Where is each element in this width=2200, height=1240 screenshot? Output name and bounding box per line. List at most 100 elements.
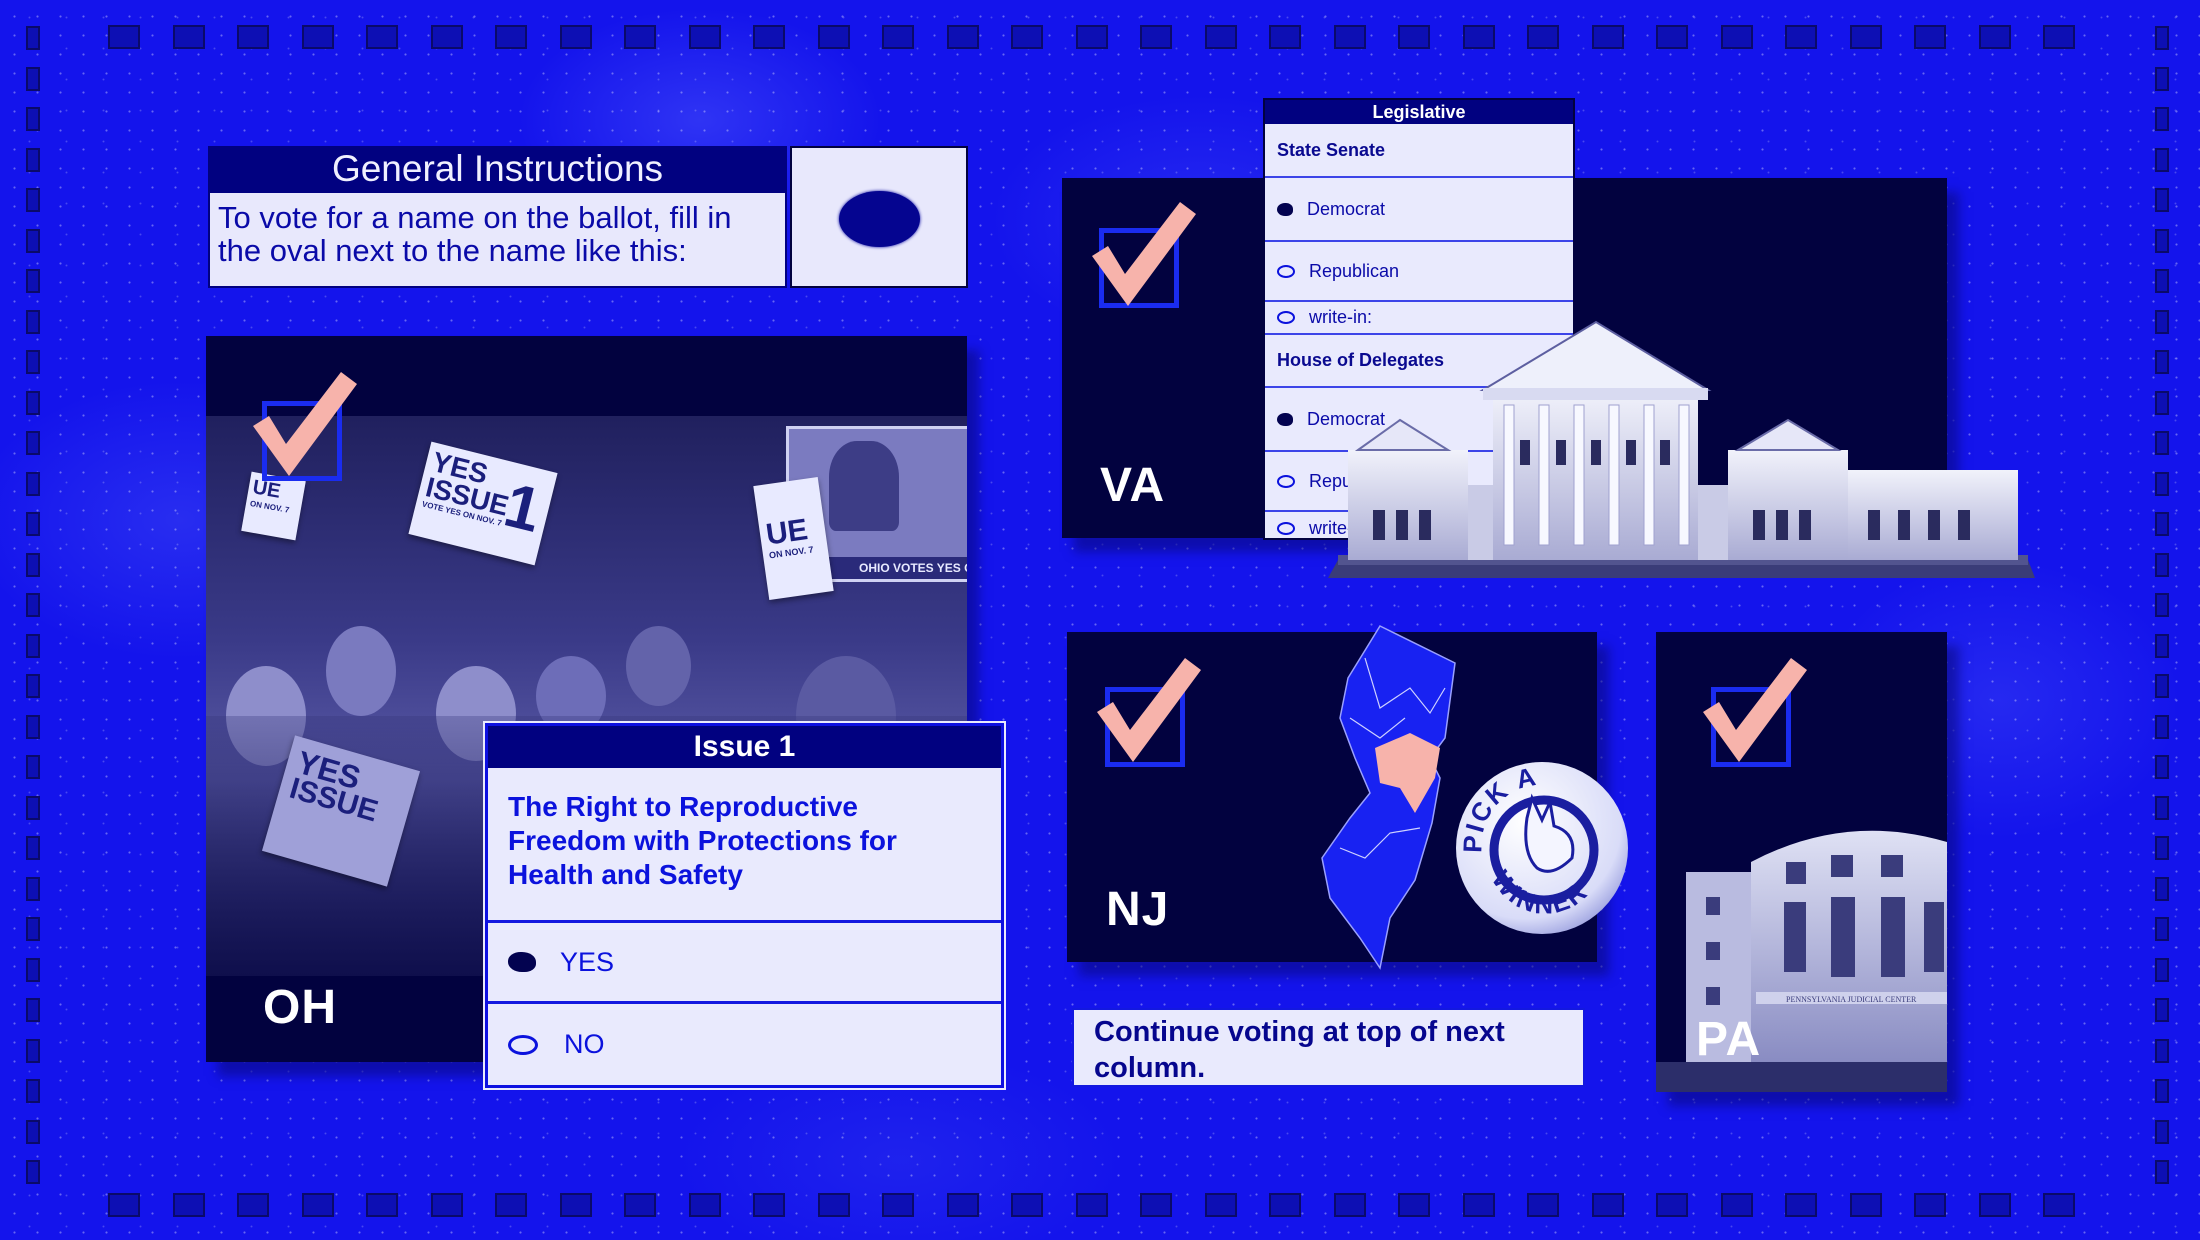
border-dash (26, 188, 40, 212)
option-label: NO (564, 1029, 605, 1059)
border-dash (2155, 472, 2169, 496)
border-dash (302, 1193, 334, 1217)
border-dash (302, 25, 334, 49)
border-dash (1527, 1193, 1559, 1217)
border-dash (2155, 229, 2169, 253)
border-dash (108, 25, 140, 49)
pennsylvania-checkmark-icon (1703, 658, 1807, 762)
empty-oval-icon (1277, 474, 1295, 488)
border-dash (26, 472, 40, 496)
border-dash (26, 593, 40, 617)
virginia-label: VA (1100, 459, 1166, 512)
border-dash (2155, 674, 2169, 698)
ohio-checkmark-icon (253, 372, 357, 476)
empty-oval-icon (1277, 522, 1295, 535)
border-dash (26, 431, 40, 455)
border-dash (1979, 25, 2011, 49)
border-dash (26, 634, 40, 658)
new-jersey-checkmark-icon (1097, 658, 1201, 762)
border-dash (2155, 796, 2169, 820)
border-dash (2155, 755, 2169, 779)
border-dash (26, 1120, 40, 1144)
border-dash (26, 796, 40, 820)
empty-oval-icon (1277, 311, 1295, 324)
state-senate-option-democrat[interactable]: Democrat (1265, 178, 1573, 242)
border-dash (689, 25, 721, 49)
border-dash (2155, 431, 2169, 455)
border-dash (26, 917, 40, 941)
border-dash (1334, 25, 1366, 49)
border-dash (2155, 269, 2169, 293)
border-dash (2155, 998, 2169, 1022)
border-dash (26, 107, 40, 131)
border-dash (947, 25, 979, 49)
issue-1-option-no[interactable]: NO (488, 1004, 1001, 1085)
border-dash (2155, 836, 2169, 860)
border-dash (366, 25, 398, 49)
border-dash (1140, 1193, 1172, 1217)
pennsylvania-panel: PENNSYLVANIA JUDICIAL CENTER PA (1656, 632, 1947, 1092)
border-dash (173, 25, 205, 49)
border-dash (1656, 1193, 1688, 1217)
empty-oval-icon (508, 1034, 538, 1055)
border-dash (2043, 25, 2075, 49)
legislative-header: Legislative (1265, 100, 1573, 124)
pick-a-winner-button: PICK A WINNER (1456, 761, 1628, 934)
border-dash (1140, 25, 1172, 49)
new-jersey-label: NJ (1106, 883, 1170, 936)
state-senate-option-republican[interactable]: Republican (1265, 242, 1573, 302)
border-dash (1785, 25, 1817, 49)
border-dash (26, 229, 40, 253)
border-dash (2155, 148, 2169, 172)
filled-oval-icon (839, 191, 920, 247)
border-dash (753, 1193, 785, 1217)
border-dash (1463, 1193, 1495, 1217)
border-dash (1269, 1193, 1301, 1217)
border-dash (26, 269, 40, 293)
border-dash (1914, 1193, 1946, 1217)
border-dash (26, 674, 40, 698)
border-dash (26, 836, 40, 860)
border-dash (1721, 25, 1753, 49)
border-dash (495, 25, 527, 49)
border-dash (26, 26, 40, 50)
border-dash (26, 310, 40, 334)
issue-1-sign-left: UE ON NOV. 7 (241, 471, 306, 541)
border-dash (2155, 310, 2169, 334)
border-dash (26, 715, 40, 739)
border-dash (2155, 391, 2169, 415)
border-dash (108, 1193, 140, 1217)
issue-1-option-yes[interactable]: YES (488, 923, 1001, 1004)
issue-1-ballot-card: Issue 1 The Right to Reproductive Freedo… (485, 723, 1004, 1088)
border-dash (1592, 25, 1624, 49)
instructions-header: General Instructions (208, 146, 787, 191)
continue-voting-note: Continue voting at top of next column. (1072, 1008, 1585, 1087)
border-dash (1721, 1193, 1753, 1217)
border-dash (1334, 1193, 1366, 1217)
border-dash (26, 755, 40, 779)
border-dash (1398, 25, 1430, 49)
border-dash (560, 1193, 592, 1217)
filled-oval-icon (508, 952, 536, 972)
yes-issue-1-sign: YES ISSUE VOTE YES ON NOV. 7 1 (408, 441, 558, 566)
border-dash (26, 553, 40, 577)
border-dash (882, 25, 914, 49)
border-dash (495, 1193, 527, 1217)
border-dash (2155, 107, 2169, 131)
state-senate-heading: State Senate (1265, 124, 1573, 178)
border-dash (26, 877, 40, 901)
border-dash (624, 25, 656, 49)
border-dash (1463, 25, 1495, 49)
building-sign: PENNSYLVANIA JUDICIAL CENTER (1786, 995, 1917, 1004)
border-dash (1269, 25, 1301, 49)
border-dash (26, 67, 40, 91)
border-dash (26, 958, 40, 982)
border-dash (2155, 715, 2169, 739)
border-dash (2155, 1160, 2169, 1184)
border-dash (2155, 958, 2169, 982)
border-dash (1076, 1193, 1108, 1217)
border-dash (26, 148, 40, 172)
option-label: YES (560, 946, 615, 977)
border-dash (26, 512, 40, 536)
border-dash (26, 1039, 40, 1063)
